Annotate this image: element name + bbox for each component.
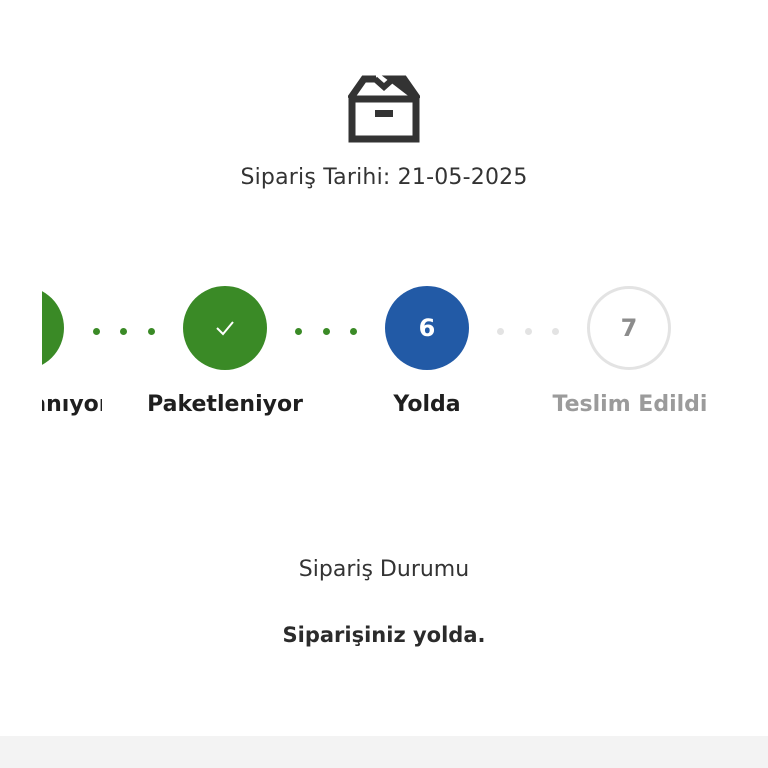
step-4-number: 7 xyxy=(620,314,638,342)
connector-dot xyxy=(120,328,127,335)
step-3-label: Yolda xyxy=(393,392,461,417)
check-icon xyxy=(216,321,234,336)
footer-bar xyxy=(0,736,768,768)
order-progress-stepper: Hazırlanıyor Paketleniyor 6 Yolda 7 Tesl… xyxy=(0,0,768,440)
step-2-circle xyxy=(183,286,267,370)
connector-dot xyxy=(295,328,302,335)
step-1-circle xyxy=(42,290,64,366)
step-1-label-clip: Hazırlanıyor xyxy=(42,392,102,426)
connector-dot xyxy=(552,328,559,335)
connector-dot xyxy=(323,328,330,335)
connector-dot xyxy=(350,328,357,335)
connector-dot xyxy=(525,328,532,335)
connector-dot xyxy=(148,328,155,335)
step-2-label: Paketleniyor xyxy=(147,392,303,417)
status-title: Sipariş Durumu xyxy=(298,557,470,582)
step-4-label: Teslim Edildi xyxy=(552,392,708,417)
step-3-number: 6 xyxy=(418,314,436,342)
step-4-circle: 7 xyxy=(587,286,671,370)
connector-dot xyxy=(497,328,504,335)
connector-dot xyxy=(93,328,100,335)
step-3-circle: 6 xyxy=(385,286,469,370)
step-1-label: Hazırlanıyor xyxy=(42,392,102,417)
step-1-partial xyxy=(42,290,66,366)
status-message: Siparişiniz yolda. xyxy=(282,623,486,647)
